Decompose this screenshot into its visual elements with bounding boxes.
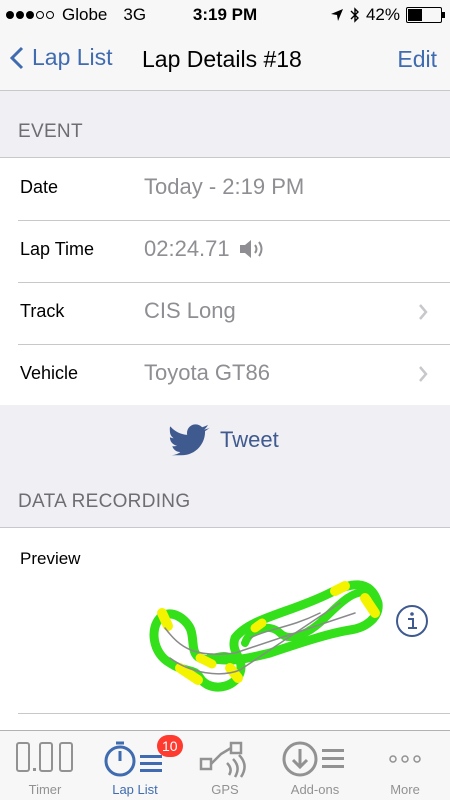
row-date-label: Date: [20, 177, 59, 197]
back-button[interactable]: Lap List: [10, 44, 113, 71]
row-lap-time: Lap Time 02:24.71: [0, 220, 450, 282]
row-date-value: Today - 2:19 PM: [144, 174, 305, 199]
tweet-button[interactable]: Tweet: [168, 423, 279, 457]
tab-more[interactable]: More: [360, 731, 450, 800]
row-lap-time-label: Lap Time: [20, 239, 95, 259]
row-track-label: Track: [20, 301, 65, 321]
row-date: Date Today - 2:19 PM: [0, 158, 450, 220]
chevron-right-icon: [419, 304, 428, 320]
speaker-icon[interactable]: [238, 237, 268, 261]
lap-list-badge: 10: [157, 735, 183, 757]
row-track-value: CIS Long: [144, 298, 236, 323]
preview-label: Preview: [20, 549, 81, 568]
event-group: Date Today - 2:19 PM Lap Time 02:24.71 T…: [0, 157, 450, 407]
status-right: 42%: [330, 5, 445, 25]
tweet-label: Tweet: [220, 427, 279, 452]
timer-digits-icon: [16, 742, 73, 772]
back-button-label: Lap List: [32, 44, 113, 70]
bluetooth-icon: [350, 7, 359, 23]
twitter-bird-icon: [169, 424, 210, 456]
tab-add-ons-label: Add-ons: [290, 782, 340, 797]
navigation-bar: Lap List Lap Details #18 Edit: [0, 30, 450, 91]
tab-add-ons[interactable]: Add-ons: [270, 731, 360, 800]
more-dots-icon: [389, 755, 421, 763]
track-map-preview[interactable]: [140, 558, 385, 693]
row-vehicle-label: Vehicle: [20, 363, 79, 383]
page-title: Lap Details #18: [142, 46, 302, 72]
tab-bar: Timer 10 Lap List GPS Add-ons More: [0, 730, 450, 800]
edit-button[interactable]: Edit: [397, 46, 437, 73]
row-vehicle-value: Toyota GT86: [144, 360, 270, 385]
tab-more-label: More: [390, 782, 420, 797]
tab-timer-label: Timer: [28, 782, 62, 797]
status-bar: Globe 3G 3:19 PM 42%: [0, 0, 450, 30]
section-header-data-recording-label: DATA RECORDING: [18, 491, 191, 512]
row-lap-time-value-wrap: 02:24.71: [144, 236, 268, 262]
row-lap-time-value: 02:24.71: [144, 236, 230, 261]
location-arrow-icon: [330, 9, 343, 21]
preview-cell[interactable]: Preview: [0, 527, 450, 732]
section-header-event-label: EVENT: [18, 121, 83, 142]
section-header-data-recording: DATA RECORDING: [0, 461, 450, 527]
gps-signal-icon: [199, 741, 246, 778]
row-track[interactable]: Track CIS Long: [0, 282, 450, 344]
preview-divider: [18, 713, 450, 714]
download-list-icon: [282, 741, 344, 777]
tab-lap-list-label: Lap List: [112, 782, 158, 797]
info-icon[interactable]: [395, 604, 429, 638]
chevron-right-icon: [419, 366, 428, 382]
section-header-event: EVENT: [0, 91, 450, 157]
chevron-left-icon: [10, 46, 24, 69]
battery-icon: [406, 7, 445, 23]
tab-timer[interactable]: Timer: [0, 731, 90, 800]
row-vehicle[interactable]: Vehicle Toyota GT86: [0, 344, 450, 406]
tab-lap-list[interactable]: 10 Lap List: [90, 731, 183, 800]
tab-gps-label: GPS: [211, 782, 239, 797]
battery-percent: 42%: [365, 5, 400, 24]
tab-gps[interactable]: GPS: [180, 731, 270, 800]
